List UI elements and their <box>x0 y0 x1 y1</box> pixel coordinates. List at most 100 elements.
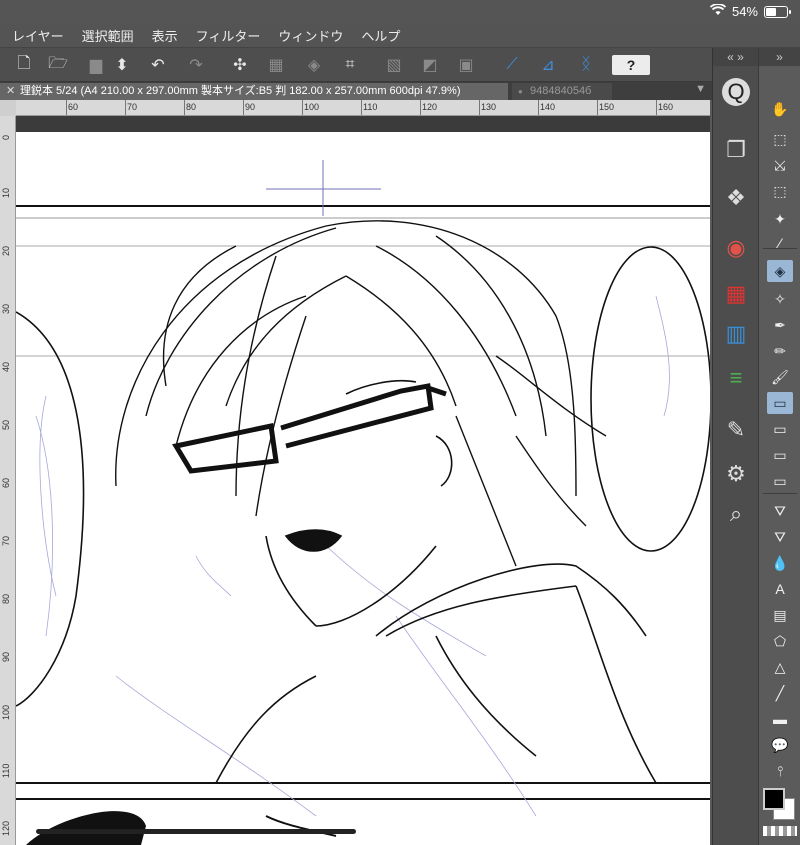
line-icon[interactable]: ╱ <box>767 682 793 704</box>
ruler-label: 10 <box>1 187 11 198</box>
ruler-label: 130 <box>481 102 497 112</box>
ruler-tick <box>243 100 244 115</box>
special-ruler-snap-icon[interactable]: ⊿ <box>536 53 560 77</box>
pen-icon[interactable]: ◈ <box>767 260 793 282</box>
shape-fill-icon[interactable]: ⬠ <box>767 630 793 652</box>
close-icon[interactable]: ✕ <box>6 83 15 100</box>
menu-help[interactable]: ヘルプ <box>361 26 400 45</box>
wifi-icon <box>709 3 727 19</box>
ruler-label: 30 <box>1 303 11 314</box>
balloon-icon[interactable]: 💬 <box>767 734 793 756</box>
chevron-down-icon[interactable]: ▼ <box>695 83 706 95</box>
transparent-color-icon[interactable] <box>763 826 797 836</box>
tool-property-icon[interactable]: ✎ <box>722 416 750 444</box>
ruler-label: 80 <box>186 102 197 112</box>
ruler-label: 20 <box>1 245 11 256</box>
ruler-tick <box>184 100 185 115</box>
menu-window[interactable]: ウィンドウ <box>278 26 343 45</box>
ruler-tick <box>420 100 421 115</box>
menu-filter[interactable]: フィルター <box>196 26 261 45</box>
drawing-canvas[interactable] <box>16 116 710 845</box>
pen-snap-icon[interactable]: ᛝ <box>574 53 598 77</box>
menu-layer[interactable]: レイヤー <box>12 26 64 45</box>
brush-size-icon[interactable]: ⚙ <box>722 460 750 488</box>
navigator-icon[interactable]: Q <box>722 78 750 106</box>
ruler-label: 40 <box>1 361 11 372</box>
ruler-label: 90 <box>1 651 11 662</box>
fill-more-icon[interactable]: ⛛ <box>767 526 793 548</box>
eraser-vector-icon[interactable]: ▭ <box>767 470 793 492</box>
ruler-label: 100 <box>1 704 11 720</box>
menu-view[interactable]: 表示 <box>152 26 178 45</box>
ruler-label: 60 <box>68 102 79 112</box>
menu-bar: レイヤー 選択範囲 表示 フィルター ウィンドウ ヘルプ <box>0 24 800 48</box>
ruler-label: 110 <box>363 102 378 112</box>
transform-points-icon[interactable]: ✣ <box>228 53 252 77</box>
new-file-icon[interactable]: 🗋 <box>12 53 36 77</box>
undo-icon[interactable]: ↶ <box>146 53 170 77</box>
ruler-label: 90 <box>245 102 256 112</box>
ruler-label: 50 <box>1 419 11 430</box>
tab-document-active[interactable]: ✕ 理鋭本 5/24 (A4 210.00 x 297.00mm 製本サイズ:B… <box>0 83 508 100</box>
pencil-icon[interactable]: ✏ <box>767 340 793 362</box>
ruler-label: 100 <box>304 102 320 112</box>
battery-percent: 54% <box>731 4 758 19</box>
tab-document-inactive[interactable]: 948484054б <box>512 83 612 100</box>
tab-title: 理鋭本 5/24 (A4 210.00 x 297.00mm 製本サイズ:B5 … <box>20 85 461 97</box>
ruler-tick <box>538 100 539 115</box>
eraser-rough-icon[interactable]: ▭ <box>767 444 793 466</box>
sub-view-icon[interactable]: ❖ <box>722 184 750 212</box>
clear-selection-icon[interactable]: ◈ <box>302 53 326 77</box>
document-tabs: ✕ 理鋭本 5/24 (A4 210.00 x 297.00mm 製本サイズ:B… <box>0 82 712 100</box>
layer-property-icon[interactable]: ❐ <box>722 136 750 164</box>
ruler-label: 150 <box>599 102 615 112</box>
crop-icon[interactable]: ⌗ <box>338 53 362 77</box>
brush-icon[interactable]: 🖌 <box>767 366 793 388</box>
ruler-icon[interactable]: △ <box>767 656 793 678</box>
operation-icon[interactable]: ⤩ <box>767 154 793 176</box>
ruler-tick <box>656 100 657 115</box>
object-icon[interactable]: ⬚ <box>767 128 793 150</box>
pen-nib-icon[interactable]: ✒ <box>767 314 793 336</box>
blend-icon[interactable]: 💧 <box>767 552 793 574</box>
redo-icon[interactable]: ↷ <box>184 53 208 77</box>
ruler-tick <box>479 100 480 115</box>
layer-search-icon[interactable]: ⌕ <box>722 500 750 528</box>
eraser-hard-icon[interactable]: ▭ <box>767 418 793 440</box>
eraser-soft-icon[interactable]: ▭ <box>767 392 793 414</box>
intermediate-color-icon[interactable]: ▥ <box>722 320 750 348</box>
sparkle-icon[interactable]: ✧ <box>767 288 793 310</box>
fill-outside-icon[interactable]: ◩ <box>418 53 442 77</box>
main-color-swatch[interactable] <box>763 788 785 810</box>
ruler-tick <box>66 100 67 115</box>
color-slider-icon[interactable]: ≡ <box>722 364 750 392</box>
collapse-arrows-icon[interactable]: « » <box>713 48 758 66</box>
eyedropper-icon[interactable]: ⁄ <box>767 232 793 254</box>
tab-title-inactive: 948484054б <box>530 85 592 97</box>
palette-dock: « » Q ❐ ❖ ◉ ▦ ▥ ≡ ✎ ⚙ ⌕ <box>712 48 758 845</box>
correction-icon[interactable]: ⫯ <box>767 760 793 782</box>
gradient-icon[interactable]: ▤ <box>767 604 793 626</box>
menu-selection[interactable]: 選択範囲 <box>82 26 134 45</box>
color-wheel-icon[interactable]: ◉ <box>722 234 750 262</box>
tool-separator <box>763 493 797 494</box>
magic-wand-icon[interactable]: ✦ <box>767 208 793 230</box>
save-icon[interactable]: ▆ <box>84 53 108 77</box>
ruler-tick <box>361 100 362 115</box>
hand-icon[interactable]: ✋ <box>767 98 793 120</box>
fill-icon[interactable]: ⛛ <box>767 500 793 522</box>
color-set-icon[interactable]: ▦ <box>722 280 750 308</box>
selection-icon[interactable]: ⬚ <box>767 180 793 202</box>
collapse-arrows-icon[interactable]: » <box>759 48 800 66</box>
frame-icon[interactable]: ▬ <box>767 708 793 730</box>
ruler-snap-icon[interactable]: ⟋ <box>500 53 524 77</box>
home-indicator <box>36 829 356 834</box>
hide-outside-icon[interactable]: ▧ <box>382 53 406 77</box>
open-file-icon[interactable]: 🗁 <box>46 53 70 77</box>
text-icon[interactable]: A <box>767 578 793 600</box>
select-all-icon[interactable]: ▣ <box>454 53 478 77</box>
help-button[interactable]: ? <box>612 55 650 75</box>
ruler-label: 60 <box>1 477 11 488</box>
layer-order-icon[interactable]: ⬍ <box>110 53 134 77</box>
transform-icon[interactable]: ▦ <box>264 53 288 77</box>
